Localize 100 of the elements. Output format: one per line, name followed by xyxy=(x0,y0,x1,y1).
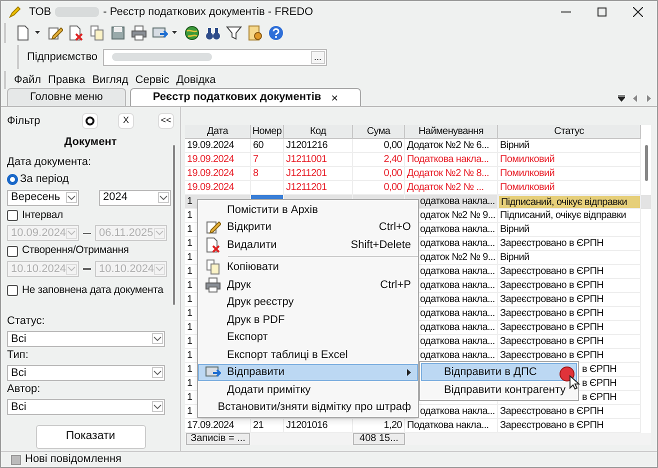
table-cell: 0,00 xyxy=(353,139,405,153)
dropdown[interactable]: Всі xyxy=(7,364,165,381)
delete-document-icon xyxy=(205,236,221,253)
new-document-icon[interactable] xyxy=(15,25,31,41)
menu-item[interactable]: Вигляд xyxy=(92,72,128,88)
pencil-icon xyxy=(9,6,21,18)
table-cell: Зареєстровано в ЄРПН xyxy=(498,307,641,321)
radio-button[interactable] xyxy=(7,174,18,185)
ring-icon xyxy=(85,116,95,126)
caret-icon[interactable] xyxy=(172,31,177,35)
settings-button[interactable] xyxy=(82,113,98,129)
dash xyxy=(83,268,91,270)
clear-filter-button[interactable]: X xyxy=(118,113,134,129)
record-count: Записів = ... xyxy=(186,433,250,445)
table-cell: Вірний xyxy=(498,223,641,237)
enterprise-field[interactable]: ... xyxy=(102,48,327,66)
table-cell: 8 xyxy=(251,167,284,181)
table-cell: 0,00 xyxy=(353,167,405,181)
table-cell: Вірний xyxy=(498,251,641,265)
copy-icon xyxy=(205,259,221,276)
table-cell: 19.09.2024 xyxy=(185,139,251,153)
table-cell: Зареєстровано в ЄРПН xyxy=(498,265,641,279)
table-cell: Зареєстровано в ЄРПН xyxy=(498,279,641,293)
table-cell: Помилковий xyxy=(498,167,641,181)
column-header[interactable]: Код xyxy=(284,125,353,139)
tab[interactable]: Головне меню xyxy=(7,88,126,106)
submenu-arrow-icon xyxy=(407,368,411,376)
menu-item[interactable]: Файл xyxy=(14,72,42,88)
scroll-left-icon[interactable] xyxy=(633,95,637,102)
dash xyxy=(83,232,91,234)
field-label: Статус: xyxy=(7,314,46,328)
maximize-icon[interactable] xyxy=(597,7,607,17)
table-cell: Помилковий xyxy=(498,153,641,167)
edit-document-icon[interactable] xyxy=(47,25,63,41)
show-button[interactable]: Показати xyxy=(36,424,146,449)
chevron-down-icon[interactable] xyxy=(153,404,162,410)
close-icon[interactable] xyxy=(633,7,643,17)
table-cell: J1201216 xyxy=(284,139,353,153)
column-header[interactable]: Сума xyxy=(353,125,405,139)
panel-title: Фільтр xyxy=(7,114,40,129)
menu-item[interactable]: Сервіс xyxy=(135,72,170,88)
table-cell: 7 xyxy=(251,153,284,167)
checkbox-label: Інтервал xyxy=(22,208,63,222)
chevron-down-icon[interactable] xyxy=(153,336,162,342)
menu-item[interactable]: Відправити xyxy=(198,364,418,381)
copy-icon[interactable] xyxy=(89,25,105,41)
table-cell: Додаток №2 № 6... xyxy=(405,139,498,153)
window-title: - Реєстр податкових документів - FREDO xyxy=(103,4,314,20)
dropdown-icon[interactable] xyxy=(618,95,625,102)
delete-document-icon[interactable] xyxy=(68,25,84,41)
table-cell: Зареєстровано в ЄРПН xyxy=(498,293,641,307)
collapse-panel-button[interactable]: << xyxy=(158,113,174,129)
binoculars-icon[interactable] xyxy=(205,25,221,41)
chevron-down-icon[interactable] xyxy=(159,194,168,200)
menu-item[interactable]: Довідка xyxy=(176,72,216,88)
table-cell: Податкова накла... xyxy=(405,153,498,167)
table-cell: Зареєстровано в ЄРПН xyxy=(498,405,641,419)
scrollbar-thumb[interactable] xyxy=(645,145,648,181)
checkbox-label: Створення/Отримання xyxy=(22,243,129,258)
save-icon[interactable] xyxy=(110,25,126,41)
dropdown[interactable]: 2024 xyxy=(99,190,171,206)
table-cell: Додаток №2 № 8... xyxy=(405,167,498,181)
menu-item[interactable]: Правка xyxy=(48,72,86,88)
globe-icon[interactable] xyxy=(184,25,200,41)
scrollbar-thumb[interactable] xyxy=(173,145,175,305)
filter-icon[interactable] xyxy=(226,25,242,41)
section-title: Документ xyxy=(63,135,118,150)
table-cell: 60 xyxy=(251,139,284,153)
tab[interactable]: Реєстр податкових документів × xyxy=(130,88,362,106)
field-label: Підприємство xyxy=(27,50,98,65)
window-title-prefix: ТОВ xyxy=(29,4,52,20)
chevron-down-icon[interactable] xyxy=(67,194,76,200)
edit-document-icon xyxy=(205,219,221,236)
sum-total: 408 15... xyxy=(353,433,405,445)
printer-icon xyxy=(205,276,221,293)
print-icon[interactable] xyxy=(131,25,147,41)
browse-button[interactable]: ... xyxy=(311,50,325,64)
caret-icon[interactable] xyxy=(35,31,40,35)
checkbox-label: Не заповнена дата документа xyxy=(22,283,164,298)
checkbox[interactable] xyxy=(7,285,18,296)
help-icon[interactable] xyxy=(268,25,284,41)
chevron-down-icon[interactable] xyxy=(153,370,162,376)
radio-label: За період xyxy=(20,172,69,187)
table-cell: Вірний xyxy=(498,139,641,153)
column-header[interactable]: Номер xyxy=(251,125,284,139)
column-header[interactable]: Статус xyxy=(498,125,641,139)
column-header[interactable]: Найменування xyxy=(405,125,498,139)
menu-item[interactable]: Відправити в ДПС xyxy=(421,363,577,381)
dropdown[interactable]: Всі xyxy=(7,330,165,347)
table-cell: Зареєстровано в ЄРПН xyxy=(498,321,641,335)
table-cell: Підписаний, очікує відправки xyxy=(498,195,641,209)
table-cell: J1211001 xyxy=(284,153,353,167)
field-label: Тип: xyxy=(7,348,30,362)
table-cell: 19.09.2024 xyxy=(185,167,251,181)
table-cell: Зареєстровано в ЄРПН xyxy=(498,335,641,349)
close-tab-button[interactable]: × xyxy=(331,88,338,106)
scroll-right-icon[interactable] xyxy=(647,95,651,102)
dropdown[interactable]: Всі xyxy=(7,398,165,415)
column-header[interactable]: Дата xyxy=(185,125,251,139)
dropdown[interactable]: Вересень xyxy=(7,190,79,206)
